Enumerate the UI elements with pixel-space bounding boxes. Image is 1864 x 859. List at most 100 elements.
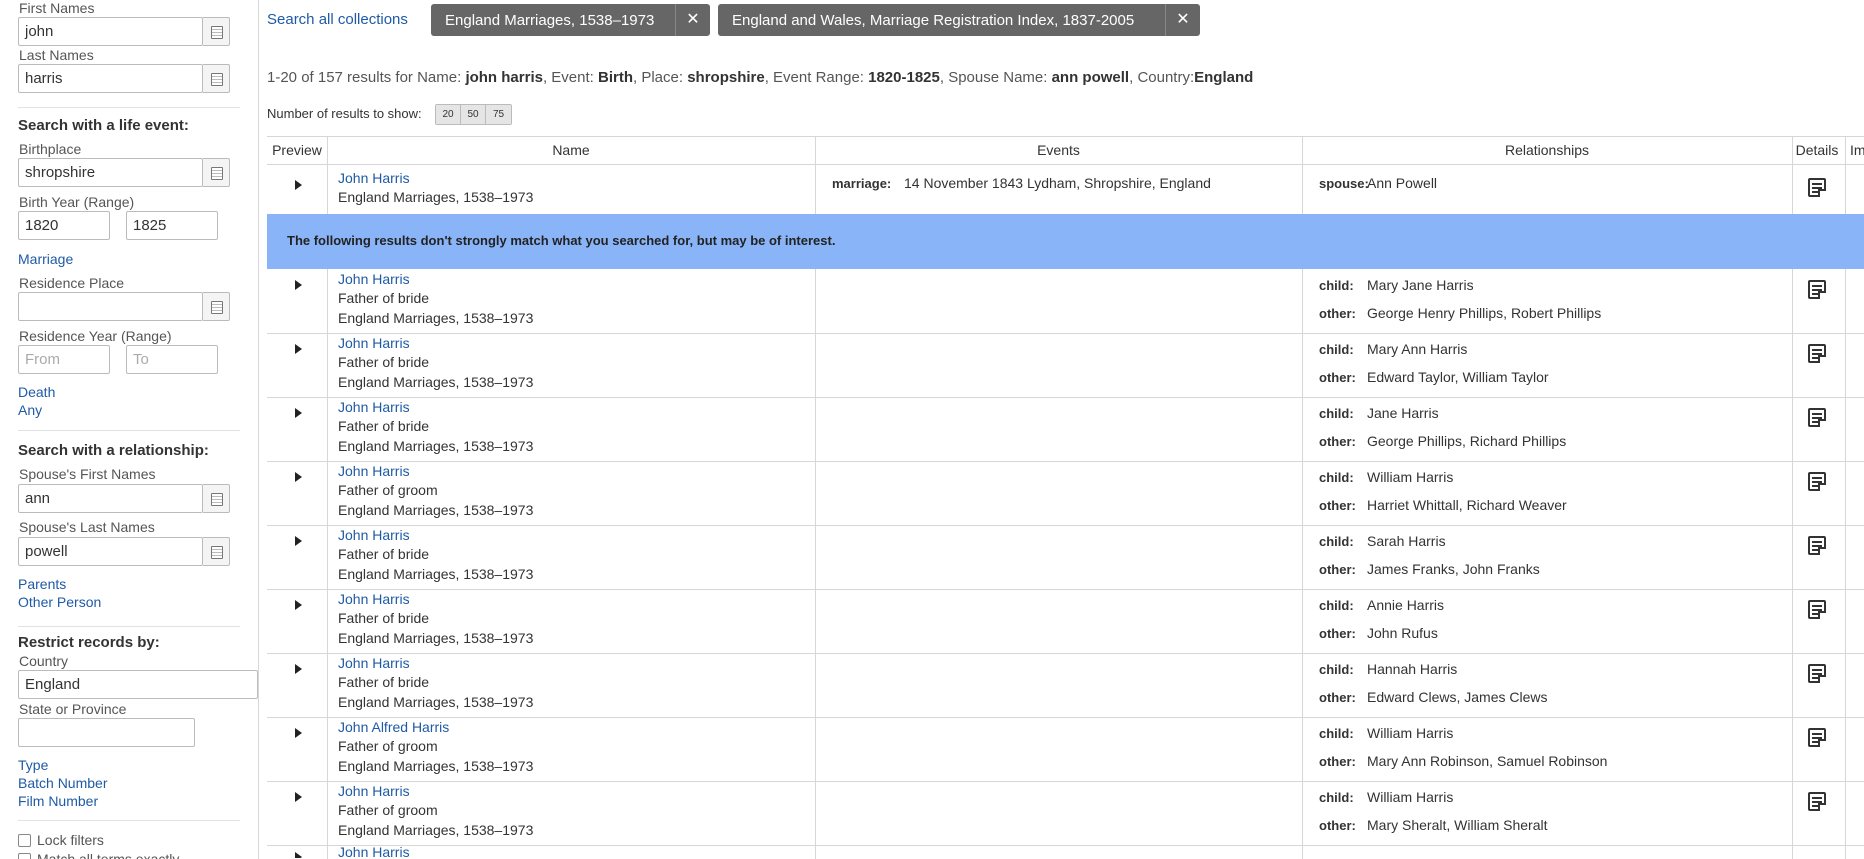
film-number-link[interactable]: Film Number bbox=[18, 793, 98, 809]
birthplace-options-icon[interactable] bbox=[203, 158, 230, 187]
lock-filters-checkbox[interactable] bbox=[18, 834, 31, 847]
expand-preview-icon[interactable] bbox=[295, 344, 302, 354]
other-person-link[interactable]: Other Person bbox=[18, 594, 101, 610]
details-icon[interactable] bbox=[1808, 664, 1826, 683]
expand-preview-icon[interactable] bbox=[295, 180, 302, 190]
result-name-link[interactable]: John Harris bbox=[338, 335, 410, 351]
details-icon[interactable] bbox=[1808, 472, 1826, 491]
result-name-link[interactable]: John Harris bbox=[338, 591, 410, 607]
details-icon[interactable] bbox=[1808, 728, 1826, 747]
details-icon[interactable] bbox=[1808, 792, 1826, 811]
restrict-heading: Restrict records by: bbox=[18, 634, 160, 651]
expand-preview-icon[interactable] bbox=[295, 792, 302, 802]
expand-preview-icon[interactable] bbox=[295, 408, 302, 418]
result-role: Father of groom bbox=[338, 738, 438, 754]
country-input[interactable]: England bbox=[18, 670, 258, 699]
spouse-last-input[interactable]: powell bbox=[18, 537, 203, 566]
chip-label: England Marriages, 1538–1973 bbox=[445, 12, 655, 29]
result-role: Father of groom bbox=[338, 482, 438, 498]
search-all-collections-link[interactable]: Search all collections bbox=[267, 11, 408, 28]
table-row: John Alfred Harris Father of groom England… bbox=[267, 718, 1864, 782]
relationship-value: George Henry Phillips, Robert Phillips bbox=[1367, 305, 1602, 321]
result-role: Father of bride bbox=[338, 418, 430, 434]
first-names-options-icon[interactable] bbox=[203, 17, 230, 46]
parents-link[interactable]: Parents bbox=[18, 576, 66, 592]
batch-number-link[interactable]: Batch Number bbox=[18, 775, 107, 791]
result-collection: England Marriages, 1538–1973 bbox=[338, 189, 534, 205]
details-icon[interactable] bbox=[1808, 178, 1826, 197]
birthplace-input[interactable]: shropshire bbox=[18, 158, 203, 187]
num-results-50-button[interactable]: 50 bbox=[461, 105, 486, 124]
search-sidebar: First Names john Last Names harris Searc… bbox=[0, 0, 259, 859]
relationship-value: Mary Jane Harris bbox=[1367, 277, 1474, 293]
state-input[interactable] bbox=[18, 718, 195, 747]
residence-place-input[interactable] bbox=[18, 292, 203, 321]
divider bbox=[18, 820, 240, 821]
collection-filter-chip: England and Wales, Marriage Registration… bbox=[718, 4, 1200, 36]
spouse-first-label: Spouse's First Names bbox=[19, 466, 156, 482]
result-role: Father of groom bbox=[338, 802, 438, 818]
result-name-link[interactable]: John Harris bbox=[338, 463, 410, 479]
birthplace-label: Birthplace bbox=[19, 141, 82, 157]
relationship-key: other: bbox=[1319, 690, 1356, 705]
details-icon[interactable] bbox=[1808, 408, 1826, 427]
expand-preview-icon[interactable] bbox=[295, 664, 302, 674]
name-column-header[interactable]: Name bbox=[327, 136, 815, 164]
relationship-value: Ann Powell bbox=[1367, 175, 1438, 191]
result-collection: England Marriages, 1538–1973 bbox=[338, 694, 534, 710]
results-summary: 1-20 of 157 results for Name: john harri… bbox=[267, 69, 1254, 86]
last-names-input[interactable]: harris bbox=[18, 64, 203, 93]
country-label: Country bbox=[19, 653, 69, 669]
details-icon[interactable] bbox=[1808, 536, 1826, 555]
residence-year-to-input[interactable]: To bbox=[126, 345, 218, 374]
first-names-input[interactable]: john bbox=[18, 17, 203, 46]
relationship-value: Mary Ann Harris bbox=[1367, 341, 1468, 357]
relationships-column-header: Relationships bbox=[1504, 142, 1590, 158]
any-link[interactable]: Any bbox=[18, 402, 42, 418]
death-link[interactable]: Death bbox=[18, 384, 55, 400]
close-icon[interactable]: ✕ bbox=[675, 4, 710, 36]
details-icon[interactable] bbox=[1808, 280, 1826, 299]
expand-preview-icon[interactable] bbox=[295, 280, 302, 290]
spouse-first-input[interactable]: ann bbox=[18, 484, 203, 513]
result-name-link[interactable]: John Harris bbox=[338, 170, 410, 186]
relationship-key: child: bbox=[1319, 406, 1354, 421]
expand-preview-icon[interactable] bbox=[295, 728, 302, 738]
spouse-first-options-icon[interactable] bbox=[203, 484, 230, 513]
result-name-link[interactable]: John Alfred Harris bbox=[338, 719, 449, 735]
spouse-last-options-icon[interactable] bbox=[203, 537, 230, 566]
birth-year-from-input[interactable]: 1820 bbox=[18, 211, 110, 240]
details-icon[interactable] bbox=[1808, 600, 1826, 619]
result-collection: England Marriages, 1538–1973 bbox=[338, 502, 534, 518]
num-results-75-button[interactable]: 75 bbox=[486, 105, 511, 124]
type-link[interactable]: Type bbox=[18, 757, 48, 773]
relationship-key: other: bbox=[1319, 818, 1356, 833]
residence-year-from-input[interactable]: From bbox=[18, 345, 110, 374]
result-name-link[interactable]: John Harris bbox=[338, 527, 410, 543]
table-row: John Harris Father of bride England Marria… bbox=[267, 590, 1864, 654]
result-name-link[interactable]: John Harris bbox=[338, 271, 410, 287]
expand-preview-icon[interactable] bbox=[295, 600, 302, 610]
divider bbox=[18, 107, 240, 108]
birth-year-to-input[interactable]: 1825 bbox=[126, 211, 218, 240]
details-icon[interactable] bbox=[1808, 344, 1826, 363]
relationship-key: other: bbox=[1319, 434, 1356, 449]
match-all-checkbox[interactable] bbox=[18, 853, 31, 859]
close-icon[interactable]: ✕ bbox=[1165, 4, 1200, 36]
result-name-link[interactable]: John Harris bbox=[338, 846, 410, 858]
result-name-link[interactable]: John Harris bbox=[338, 783, 410, 799]
result-name-link[interactable]: John Harris bbox=[338, 655, 410, 671]
state-label: State or Province bbox=[19, 701, 127, 717]
last-names-options-icon[interactable] bbox=[203, 64, 230, 93]
expand-preview-icon[interactable] bbox=[295, 472, 302, 482]
residence-year-label: Residence Year (Range) bbox=[19, 328, 172, 344]
num-results-20-button[interactable]: 20 bbox=[436, 105, 461, 124]
relationship-value: Sarah Harris bbox=[1367, 533, 1446, 549]
expand-preview-icon[interactable] bbox=[295, 536, 302, 546]
expand-preview-icon[interactable] bbox=[295, 852, 302, 858]
relationship-value: William Harris bbox=[1367, 469, 1454, 485]
residence-place-label: Residence Place bbox=[19, 275, 125, 291]
marriage-link[interactable]: Marriage bbox=[18, 251, 73, 267]
residence-place-options-icon[interactable] bbox=[203, 292, 230, 321]
result-name-link[interactable]: John Harris bbox=[338, 399, 410, 415]
